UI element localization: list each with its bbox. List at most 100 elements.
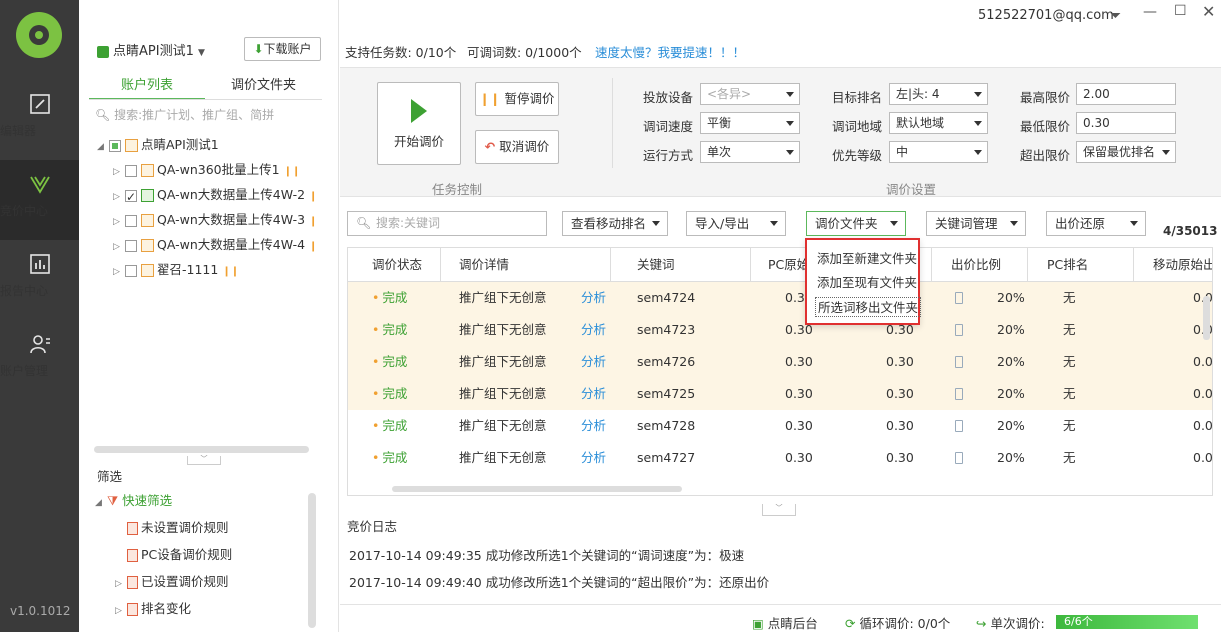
table-row[interactable]: 完成 推广组下无创意 分析 sem4725 0.30 0.30 20% 无 0.0 [348,378,1212,410]
expand-right-icon[interactable]: ▷ [113,235,125,259]
table-row[interactable]: 完成推广组下无创意分析sem47230.300.3020%无0.0 [348,314,1212,346]
cancel-adjust-button[interactable]: ↶ 取消调价 [475,130,559,164]
nav-editor[interactable]: 编辑器 [0,80,79,160]
start-adjust-button[interactable]: 开始调价 [377,82,461,165]
menu-dropdown-icon[interactable]: ⏷ [1110,8,1121,24]
download-account-button[interactable]: ⬇下载账户 [244,37,321,61]
tab-price-folder[interactable]: 调价文件夹 [205,74,322,100]
col-status[interactable]: 调价状态 [372,248,423,282]
expand-right-icon[interactable]: ▷ [115,574,127,594]
analyze-link[interactable]: 分析 [581,442,606,474]
col-detail[interactable]: 调价详情 [459,248,510,282]
tree-item[interactable]: ▷ QA-wn360批量上传1 ❙❙ [113,158,300,182]
table-row[interactable]: 完成 推广组下无创意 分析 sem4728 0.30 0.30 20% 无 0.0 [348,410,1212,442]
menu-add-new-folder[interactable]: 添加至新建文件夹 [815,249,919,269]
log-collapse-toggle[interactable]: ﹀ [762,504,796,516]
analyze-link[interactable]: 分析 [581,314,606,346]
col-mobile-original[interactable]: 移动原始出 [1153,248,1212,282]
menu-remove-from-folder[interactable]: 所选词移出文件夹 [815,297,922,317]
minimize-icon[interactable]: — [1143,4,1157,20]
report-chart-icon [29,254,50,274]
keyword-table: 调价状态 调价详情 关键词 PC原始 出价比例 PC排名 移动原始出 完成推广组… [347,247,1213,496]
speed-label: 调词速度 [643,119,694,134]
tree-checkbox[interactable] [125,264,137,277]
tree-checkbox[interactable] [125,239,137,252]
pause-adjust-button[interactable]: ❙❙ 暂停调价 [475,82,559,116]
col-pc-original[interactable]: PC原始 [768,248,810,282]
device-select[interactable]: <各异> [700,83,800,105]
filter-item[interactable]: ▷ 排名变化 [115,599,191,619]
filter-item-label: 已设置调价规则 [141,574,229,589]
tree-item[interactable]: ▷ QA-wn大数据量上传4W-4 ❙ [113,233,317,257]
col-keyword[interactable]: 关键词 [637,248,675,282]
price-folder-button[interactable]: 调价文件夹 [806,211,906,236]
tree-item[interactable]: ▷ QA-wn大数据量上传4W-2❙ [113,183,318,209]
bid-restore-button[interactable]: 出价还原 [1046,211,1146,236]
table-row[interactable]: 完成 推广组下无创意 分析 sem4727 0.30 0.30 20% 无 0.0 [348,442,1212,474]
tree-checkbox[interactable] [125,214,137,227]
table-row[interactable]: 完成推广组下无创意分析sem47240.300.3020%无0.0 [348,282,1212,314]
table-vertical-scrollbar[interactable] [1203,296,1210,340]
mobile-device-icon [955,420,963,432]
chevron-down-icon [974,121,982,126]
priority-select[interactable]: 中 [889,141,988,163]
account-selector[interactable]: 点睛API测试1 ▼ [97,40,205,59]
keyword-search-input[interactable]: 🔍︎ 搜索:关键词 [347,211,547,236]
tree-horizontal-scrollbar[interactable] [94,446,309,453]
nav-bid-center[interactable]: 竞价中心 [0,160,79,240]
tree-item[interactable]: ▷ QA-wn大数据量上传4W-3 ❙ [113,208,317,232]
expand-right-icon[interactable]: ▷ [113,210,125,234]
close-icon[interactable]: ✕ [1202,2,1215,21]
tree-checkbox[interactable] [125,164,137,177]
analyze-link[interactable]: 分析 [581,410,606,442]
expand-right-icon[interactable]: ▷ [113,185,125,209]
min-price-input[interactable]: 0.30 [1076,112,1176,134]
speed-up-link[interactable]: 速度太慢？我要提速！！！ [595,42,745,61]
filter-scrollbar[interactable] [308,493,316,628]
backend-link[interactable]: ▣ 点睛后台 [752,613,818,632]
table-row[interactable]: 完成 推广组下无创意 分析 sem4726 0.30 0.30 20% 无 0.0 [348,346,1212,378]
expand-right-icon[interactable]: ▷ [115,601,127,621]
tree-root[interactable]: ◢ 点睛API测试1 [97,133,219,157]
tree-search-input[interactable]: 🔍︎ 搜索:推广计划、推广组、简拼 [95,106,320,126]
tree-item[interactable]: ▷ 翟召-1111 ❙❙ [113,258,239,282]
over-limit-select[interactable]: 保留最优排名 [1076,141,1176,163]
analyze-link[interactable]: 分析 [581,346,606,378]
table-horizontal-scrollbar[interactable] [392,486,682,492]
filter-item[interactable]: PC设备调价规则 [127,545,232,565]
tree-checkbox[interactable] [125,185,137,209]
maximize-icon[interactable]: ☐ [1174,3,1187,19]
cell-detail: 推广组下无创意 [459,322,547,337]
rank-label: 目标排名 [832,90,883,105]
col-bid-ratio[interactable]: 出价比例 [951,248,1002,282]
nav-report[interactable]: 报告中心 [0,240,79,320]
expand-down-icon[interactable]: ◢ [95,493,107,513]
col-pc-rank[interactable]: PC排名 [1047,248,1089,282]
expand-right-icon[interactable]: ▷ [113,260,125,284]
keyword-manage-button[interactable]: 关键词管理 [926,211,1026,236]
user-email[interactable]: 512522701@qq.com [978,8,1114,23]
filter-item[interactable]: ▷ 已设置调价规则 [115,572,229,592]
paused-icon: ❙ [309,191,318,202]
mode-select[interactable]: 单次 [700,141,800,163]
menu-add-existing-folder[interactable]: 添加至现有文件夹 [815,273,919,293]
tree-item-label: 翟召-1111 [157,262,219,277]
analyze-link[interactable]: 分析 [581,378,606,410]
speed-select[interactable]: 平衡 [700,112,800,134]
rank-select[interactable]: 左|头: 4 [889,83,988,105]
view-mobile-rank-button[interactable]: 查看移动排名 [562,211,668,236]
expand-right-icon[interactable]: ▷ [113,160,125,184]
max-price-input[interactable]: 2.00 [1076,83,1176,105]
tab-account-list[interactable]: 账户列表 [89,74,205,100]
import-export-button[interactable]: 导入/导出 [686,211,786,236]
analyze-link[interactable]: 分析 [581,282,606,314]
filter-item[interactable]: 未设置调价规则 [127,518,229,538]
quick-filter[interactable]: ◢ ⧩ 快速筛选 [95,491,172,511]
bid-restore-label: 出价还原 [1055,216,1106,231]
root-checkbox[interactable] [109,139,121,152]
over-limit-value: 保留最优排名 [1083,145,1156,159]
region-select[interactable]: 默认地域 [889,112,988,134]
collapse-toggle[interactable]: ﹀ [187,456,221,465]
expand-down-icon[interactable]: ◢ [97,135,109,159]
nav-account[interactable]: 账户管理 [0,320,79,400]
